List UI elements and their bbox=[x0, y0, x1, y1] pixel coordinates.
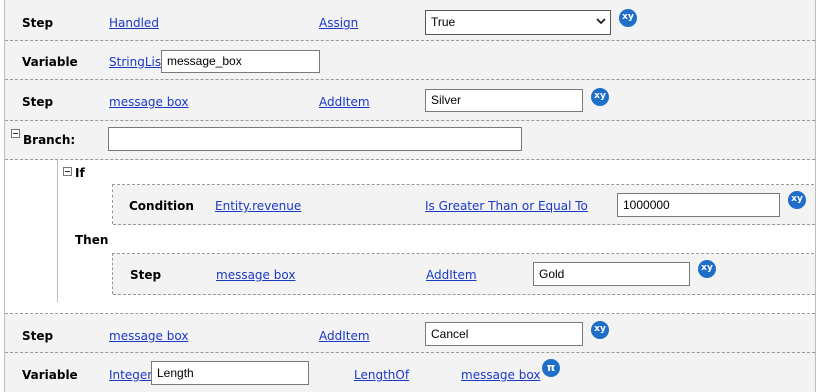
if-guide-line bbox=[57, 160, 58, 302]
integer-link[interactable]: Integer bbox=[109, 368, 152, 382]
message-box-link[interactable]: message box bbox=[216, 268, 295, 282]
xy-badge-icon[interactable]: xy bbox=[698, 260, 716, 278]
variable-label: Variable bbox=[22, 368, 78, 382]
value-input[interactable]: Silver bbox=[425, 89, 583, 112]
entity-revenue-link[interactable]: Entity.revenue bbox=[215, 199, 301, 213]
xy-badge-icon[interactable]: xy bbox=[591, 321, 609, 339]
step-label: Step bbox=[22, 329, 54, 343]
collapse-branch-toggle[interactable] bbox=[11, 129, 20, 138]
variable-label: Variable bbox=[22, 55, 78, 69]
condition-label: Condition bbox=[129, 199, 194, 213]
step-label: Step bbox=[22, 95, 54, 109]
pi-badge-icon[interactable]: π bbox=[542, 359, 560, 377]
stringlist-link[interactable]: StringList bbox=[109, 55, 166, 69]
step-label: Step bbox=[130, 268, 162, 282]
if-label: If bbox=[75, 166, 85, 180]
value-select-text: True bbox=[431, 15, 456, 29]
variable-name-input[interactable]: message_box bbox=[161, 50, 320, 73]
branch-label: Branch: bbox=[23, 133, 76, 147]
branch-name-input[interactable] bbox=[108, 127, 522, 151]
additem-link[interactable]: AddItem bbox=[319, 329, 370, 343]
right-border bbox=[815, 0, 816, 392]
chevron-down-icon bbox=[596, 18, 606, 25]
additem-link[interactable]: AddItem bbox=[319, 95, 370, 109]
handled-link[interactable]: Handled bbox=[109, 16, 159, 30]
value-input[interactable]: Cancel bbox=[425, 322, 583, 346]
xy-badge-icon[interactable]: xy bbox=[591, 88, 609, 106]
operator-link[interactable]: Is Greater Than or Equal To bbox=[425, 199, 588, 213]
value-select[interactable]: True bbox=[425, 10, 611, 35]
xy-badge-icon[interactable]: xy bbox=[619, 9, 637, 27]
lengthof-link[interactable]: LengthOf bbox=[354, 368, 409, 382]
variable-name-input[interactable]: Length bbox=[151, 361, 309, 385]
message-box-link[interactable]: message box bbox=[109, 329, 188, 343]
additem-link[interactable]: AddItem bbox=[426, 268, 477, 282]
assign-link[interactable]: Assign bbox=[319, 16, 358, 30]
message-box-link[interactable]: message box bbox=[461, 368, 540, 382]
message-box-link[interactable]: message box bbox=[109, 95, 188, 109]
then-label: Then bbox=[75, 233, 109, 247]
xy-badge-icon[interactable]: xy bbox=[788, 191, 806, 209]
collapse-if-toggle[interactable] bbox=[63, 167, 72, 176]
then-value-input[interactable]: Gold bbox=[533, 262, 690, 286]
step-label: Step bbox=[22, 16, 54, 30]
condition-value-input[interactable]: 1000000 bbox=[617, 193, 780, 217]
